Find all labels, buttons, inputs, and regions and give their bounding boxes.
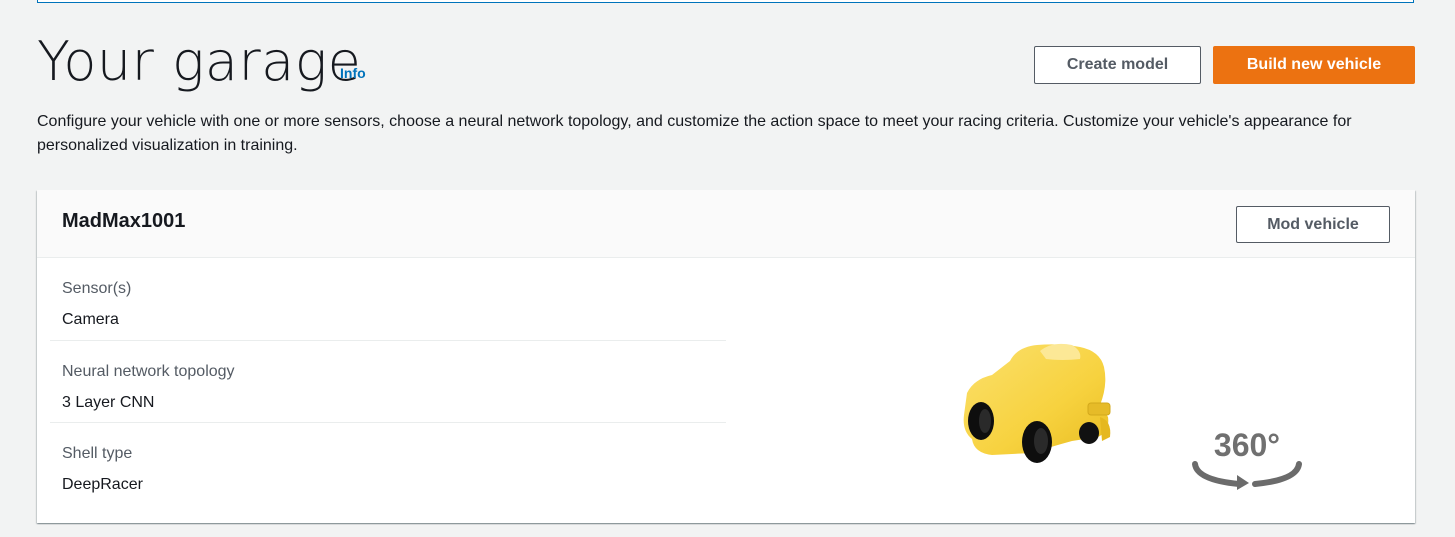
- vehicle-card: MadMax1001 Mod vehicle Sensor(s) Camera …: [37, 190, 1415, 523]
- rotate-360-icon: 360°: [1192, 427, 1302, 490]
- detail-value: Camera: [62, 311, 119, 328]
- vehicle-details: Sensor(s) Camera Neural network topology…: [50, 258, 726, 504]
- create-model-button[interactable]: Create model: [1034, 46, 1201, 84]
- mod-vehicle-button[interactable]: Mod vehicle: [1236, 206, 1390, 243]
- rotate-360-label: 360°: [1214, 428, 1280, 463]
- page-title: Your garage: [37, 30, 362, 93]
- vehicle-name: MadMax1001: [62, 210, 186, 232]
- rotate-360-control[interactable]: 360°: [1187, 427, 1307, 490]
- deepracer-car-icon: [963, 343, 1111, 463]
- detail-sensors: Sensor(s) Camera: [50, 258, 726, 340]
- page-description: Configure your vehicle with one or more …: [37, 113, 1352, 154]
- vehicle-card-header: MadMax1001 Mod vehicle: [37, 190, 1415, 258]
- detail-label: Neural network topology: [62, 363, 235, 380]
- detail-value: DeepRacer: [62, 476, 143, 493]
- build-new-vehicle-button[interactable]: Build new vehicle: [1213, 46, 1415, 84]
- detail-value: 3 Layer CNN: [62, 394, 155, 411]
- detail-label: Sensor(s): [62, 280, 132, 297]
- detail-topology: Neural network topology 3 Layer CNN: [50, 340, 726, 422]
- detail-shell-type: Shell type DeepRacer: [50, 422, 726, 504]
- info-link[interactable]: Info: [340, 65, 366, 81]
- vehicle-preview-image[interactable]: [922, 335, 1122, 475]
- previous-panel-edge: [37, 0, 1414, 3]
- detail-label: Shell type: [62, 445, 133, 462]
